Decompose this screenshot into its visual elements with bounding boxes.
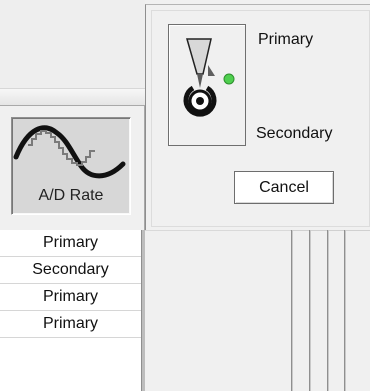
list-item-primary-2[interactable]: Primary	[0, 284, 141, 311]
list-item-secondary[interactable]: Secondary	[0, 257, 141, 284]
toggle-switch-icon	[183, 38, 235, 117]
right-striped-panel	[290, 230, 370, 391]
ad-rate-button[interactable]: A/D Rate	[11, 117, 131, 215]
vertical-separator	[344, 230, 346, 391]
list-item-primary-3[interactable]: Primary	[0, 311, 141, 338]
status-indicator	[223, 73, 235, 85]
vertical-separator	[327, 230, 329, 391]
switch-secondary-label: Secondary	[256, 125, 333, 142]
middle-empty-panel	[145, 230, 290, 391]
left-top-panel	[0, 0, 145, 88]
ad-rate-label: A/D Rate	[38, 187, 104, 204]
vertical-separator	[309, 230, 311, 391]
vertical-separator	[291, 230, 293, 391]
switch-primary-label: Primary	[258, 31, 314, 48]
cancel-button[interactable]: Cancel	[234, 171, 334, 204]
switch-control[interactable]	[168, 24, 246, 146]
list-item-primary-1[interactable]: Primary	[0, 230, 141, 257]
sine-wave-icon	[13, 125, 126, 179]
left-separator-bar	[0, 88, 145, 106]
